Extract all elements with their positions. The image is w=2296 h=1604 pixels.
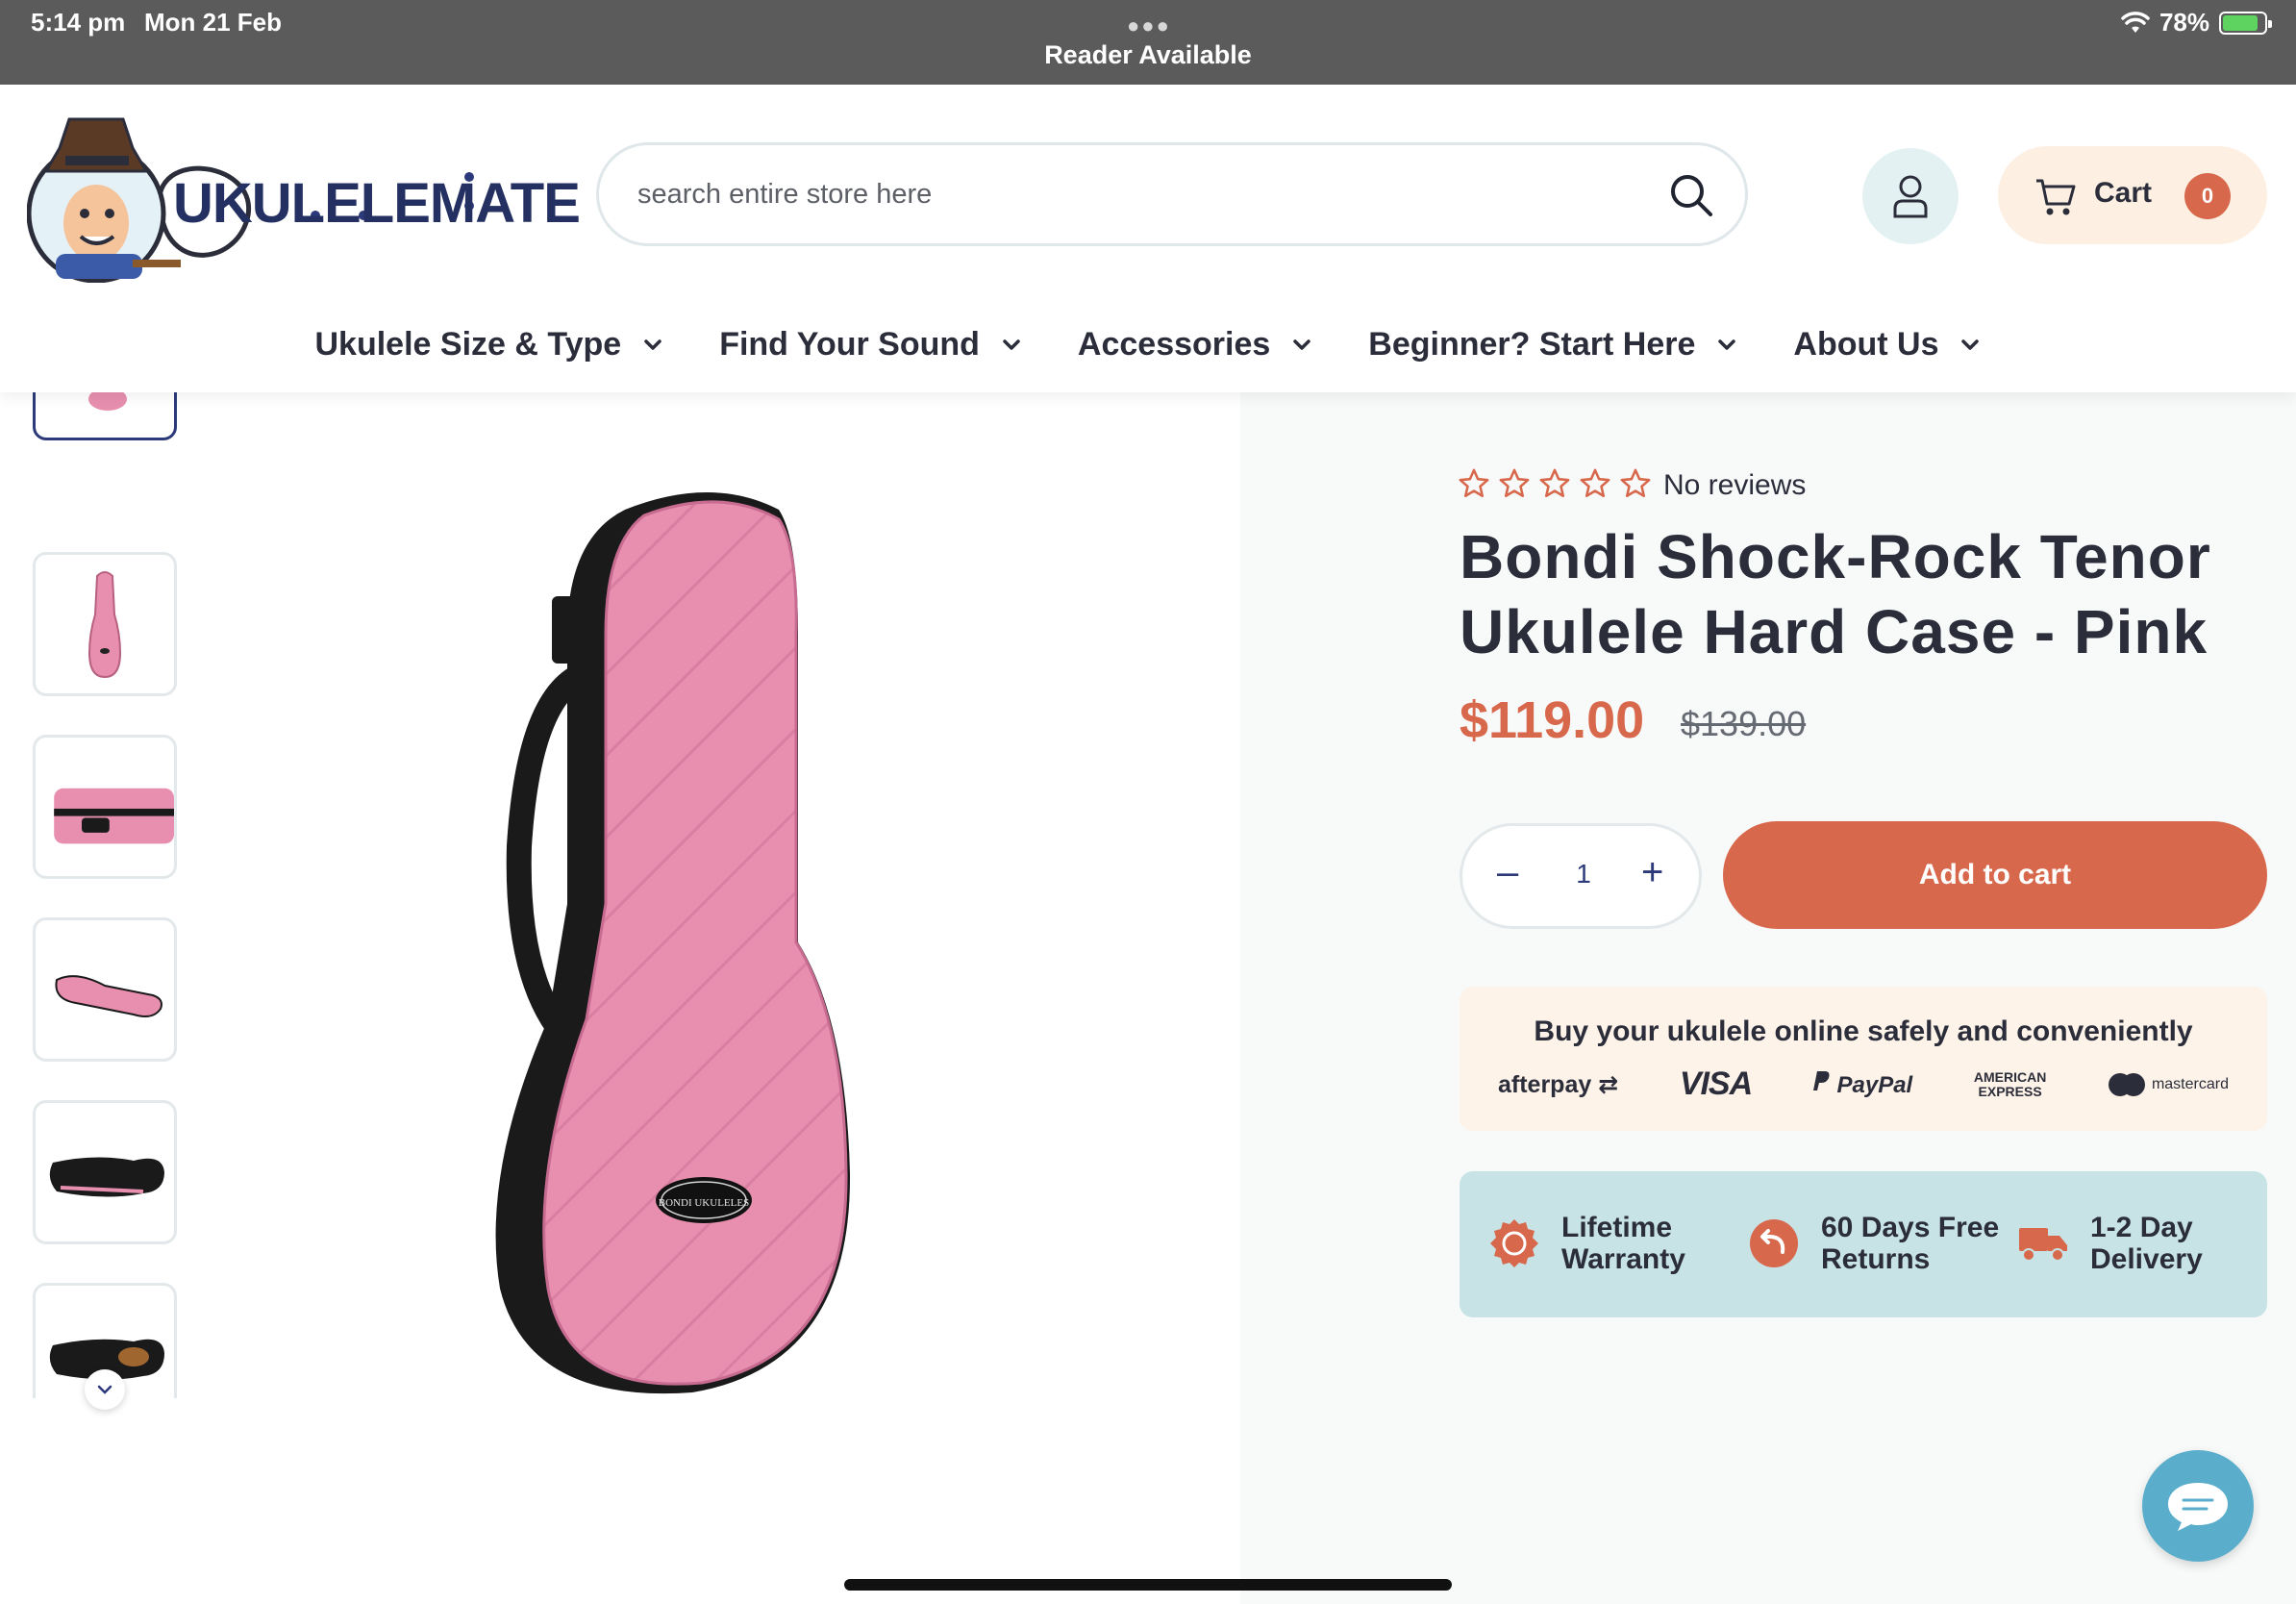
nav-item-beginner-start-here[interactable]: Beginner? Start Here xyxy=(1368,315,1737,373)
mastercard-logo: mastercard xyxy=(2108,1072,2229,1097)
logo-text: UKULELEMATE xyxy=(173,172,581,235)
thumbnail-strip[interactable] xyxy=(33,392,179,1398)
status-date: Mon 21 Feb xyxy=(144,8,283,37)
nav-item-accessories[interactable]: Accessories xyxy=(1078,315,1312,373)
site-logo[interactable]: UKULELEMATE xyxy=(27,110,581,283)
account-button[interactable] xyxy=(1862,148,1959,244)
payment-heading: Buy your ukulele online safely and conve… xyxy=(1534,1015,2193,1047)
wifi-icon xyxy=(2121,11,2150,33)
status-time: 5:14 pm xyxy=(31,8,126,37)
chevron-down-icon xyxy=(1003,339,1020,350)
site-header: UKULELEMATE Cart 0 Ukulele Size & Type F… xyxy=(0,85,2296,392)
chevron-down-icon xyxy=(1961,339,1980,350)
quantity-increase-button[interactable]: + xyxy=(1641,851,1663,894)
thumbnail-5[interactable] xyxy=(33,1100,177,1244)
thumbnail-2[interactable] xyxy=(33,552,177,696)
reader-available-label[interactable]: Reader Available xyxy=(0,40,2296,70)
trust-returns-text: 60 Days Free Returns xyxy=(1821,1212,2000,1275)
return-icon xyxy=(1750,1219,1798,1267)
thumbnail-4[interactable] xyxy=(33,917,177,1062)
product-main-image[interactable]: BONDI UKULELES xyxy=(471,481,856,1404)
cart-label: Cart xyxy=(2094,177,2153,209)
search-input[interactable] xyxy=(637,145,1637,243)
quantity-value[interactable]: 1 xyxy=(1566,859,1601,890)
quantity-decrease-button[interactable]: – xyxy=(1497,851,1518,894)
badge-icon xyxy=(1490,1219,1538,1267)
main-nav: Ukulele Size & Type Find Your Sound Acce… xyxy=(0,315,2296,373)
nav-item-ukulele-size-type[interactable]: Ukulele Size & Type xyxy=(315,315,664,373)
amex-logo: AMERICAN EXPRESS xyxy=(1973,1068,2047,1099)
payment-methods-box: Buy your ukulele online safely and conve… xyxy=(1460,987,2267,1131)
payment-logos: afterpay ⇄ VISA PayPal AMERICAN EXPRESS m… xyxy=(1498,1065,2229,1103)
nav-item-about-us[interactable]: About Us xyxy=(1793,315,1981,373)
user-icon xyxy=(1893,175,1928,218)
trust-delivery-text: 1-2 Day Delivery xyxy=(2090,1212,2203,1275)
cart-count-badge: 0 xyxy=(2184,173,2231,219)
visa-logo: VISA xyxy=(1679,1065,1753,1102)
nav-label: Beginner? Start Here xyxy=(1368,325,1696,363)
chat-button[interactable] xyxy=(2142,1450,2254,1562)
chevron-down-icon xyxy=(97,1385,112,1394)
mastercard-icon xyxy=(2108,1072,2145,1096)
case-badge-text: BONDI UKULELES xyxy=(659,1197,749,1209)
trust-returns: 60 Days Free Returns xyxy=(1748,1212,2004,1275)
trust-badges: Lifetime Warranty 60 Days Free Returns 1… xyxy=(1460,1171,2267,1317)
search-bar xyxy=(596,142,1748,246)
reviews-count[interactable]: No reviews xyxy=(1663,469,1806,502)
paypal-icon xyxy=(1812,1071,1830,1090)
status-right: 78% xyxy=(2121,8,2272,38)
battery-icon xyxy=(2219,11,2272,35)
compare-price: $139.00 xyxy=(1681,704,1807,743)
battery-percent: 78% xyxy=(2159,8,2209,37)
nav-label: Ukulele Size & Type xyxy=(314,325,622,363)
rating-stars[interactable] xyxy=(1458,467,1652,500)
home-indicator[interactable] xyxy=(844,1579,1452,1591)
afterpay-logo: afterpay ⇄ xyxy=(1498,1070,1619,1098)
thumbnail-3[interactable] xyxy=(33,735,177,879)
search-icon[interactable] xyxy=(1668,172,1714,218)
nav-item-find-your-sound[interactable]: Find Your Sound xyxy=(719,315,1022,373)
quantity-stepper: – 1 + xyxy=(1460,823,1702,929)
product-title: Bondi Shock-Rock Tenor Ukulele Hard Case… xyxy=(1460,522,2211,666)
thumbnail-scroll-down-button[interactable] xyxy=(85,1369,125,1410)
star-icon xyxy=(1499,468,1530,498)
status-bar: 5:14 pm Mon 21 Feb ●●● Reader Available … xyxy=(0,0,2296,85)
chat-icon xyxy=(2168,1483,2228,1531)
paypal-logo: PayPal xyxy=(1812,1069,1912,1099)
nav-label: Find Your Sound xyxy=(719,325,980,363)
star-icon xyxy=(1539,468,1570,498)
nav-label: About Us xyxy=(1793,325,1939,363)
chevron-down-icon xyxy=(1293,339,1311,350)
chevron-down-icon xyxy=(1718,339,1736,350)
sale-price: $119.00 xyxy=(1460,691,1645,749)
trust-warranty: Lifetime Warranty xyxy=(1488,1212,1706,1275)
truck-icon xyxy=(2019,1228,2067,1262)
star-icon xyxy=(1459,468,1489,498)
nav-label: Accessories xyxy=(1077,325,1271,363)
cart-button[interactable]: Cart 0 xyxy=(1998,146,2267,244)
chevron-down-icon xyxy=(644,339,661,350)
multitask-dots-icon[interactable]: ●●● xyxy=(1127,13,1171,38)
thumbnail-1[interactable] xyxy=(33,392,177,440)
cart-icon xyxy=(2036,179,2076,215)
add-to-cart-button[interactable]: Add to cart xyxy=(1723,821,2267,929)
star-icon xyxy=(1580,468,1610,498)
star-icon xyxy=(1620,468,1651,498)
trust-delivery: 1-2 Day Delivery xyxy=(2017,1212,2215,1275)
trust-warranty-text: Lifetime Warranty xyxy=(1561,1212,1685,1275)
